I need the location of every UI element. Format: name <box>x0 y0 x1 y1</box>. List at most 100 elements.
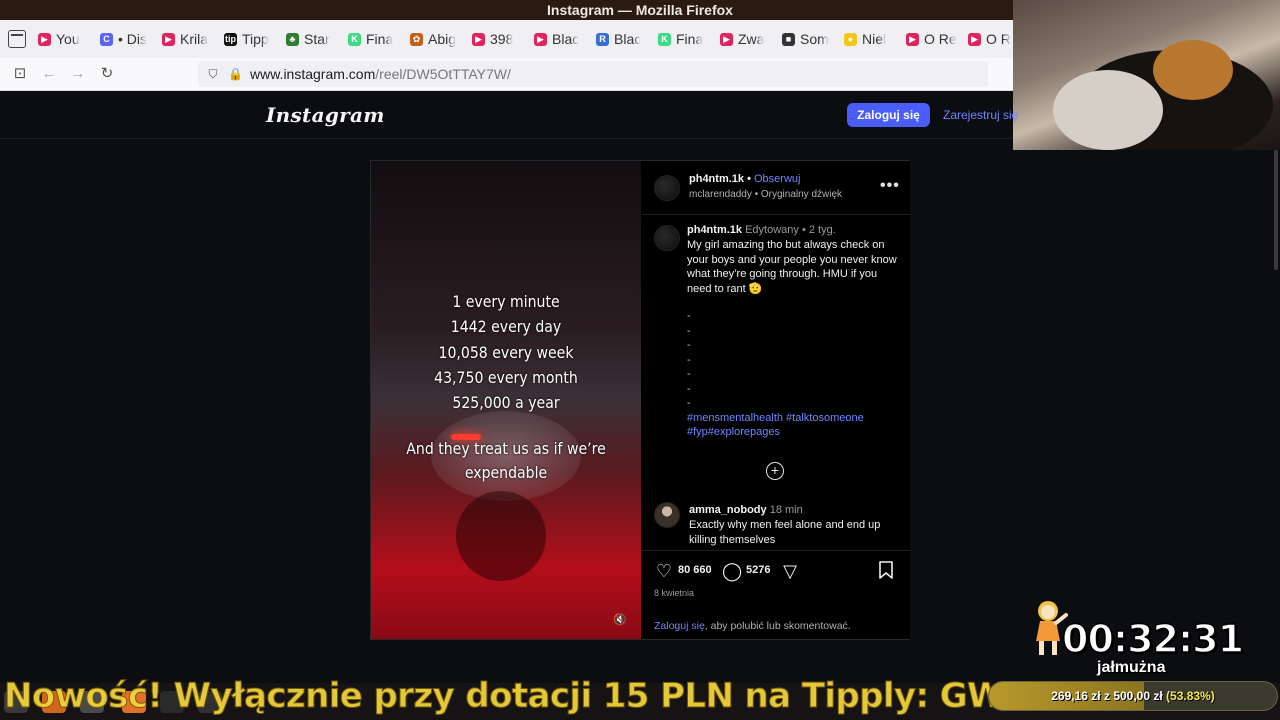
browser-tab[interactable]: C • Dis <box>100 31 162 47</box>
tab-title: Som <box>800 31 829 47</box>
comment-header: amma_nobody 18 min <box>689 504 803 516</box>
post-date: 8 kwietnia <box>654 588 695 598</box>
tab-title: You <box>56 31 80 47</box>
back-icon[interactable]: ← <box>41 66 57 82</box>
comment-icon[interactable]: ◯ <box>722 561 742 581</box>
tab-favicon-icon: C <box>100 32 113 46</box>
post-username-link[interactable]: ph4ntm.1k <box>689 173 744 185</box>
tab-favicon-icon: K <box>348 32 361 46</box>
avatar[interactable] <box>654 175 680 201</box>
instagram-logo[interactable]: Instagram <box>266 103 385 127</box>
more-options-icon[interactable]: ••• <box>880 177 900 195</box>
video-text-line: 10,058 every week <box>438 343 574 362</box>
goal-target: 500,00 zł <box>1113 689 1163 703</box>
video-text-line: 43,750 every month <box>434 368 578 387</box>
browser-tab[interactable]: ▶ You <box>38 31 100 47</box>
follow-link[interactable]: Obserwuj <box>754 173 800 185</box>
forward-icon[interactable]: → <box>70 66 86 82</box>
url-host: www.instagram.com <box>250 66 376 82</box>
comment-username[interactable]: amma_nobody <box>689 504 767 516</box>
browser-tab[interactable]: ▶ Blac <box>534 31 596 47</box>
caption-username[interactable]: ph4ntm.1k <box>687 224 742 236</box>
browser-tab[interactable]: ▶ 398 <box>472 31 534 47</box>
tab-title: 398 <box>490 31 514 47</box>
avatar[interactable] <box>654 225 680 251</box>
tab-favicon-icon: R <box>596 32 609 46</box>
caption-dash: - <box>687 354 691 366</box>
browser-tab[interactable]: ♣ Star <box>286 31 348 47</box>
video-text-line: 1442 every day <box>450 317 562 336</box>
caption-dash: - <box>687 397 691 409</box>
tab-favicon-icon: ♣ <box>286 32 299 46</box>
tab-title: Fina <box>676 31 704 47</box>
browser-tab[interactable]: ▶ Krila <box>162 31 224 47</box>
browser-tab[interactable]: tip Tipp <box>224 31 286 47</box>
tab-favicon-icon: ▶ <box>472 32 485 46</box>
tab-title: • Dis <box>118 31 148 47</box>
tab-favicon-icon: ▶ <box>162 32 175 46</box>
browser-tab[interactable]: ▶ Zwa <box>720 31 782 47</box>
login-prompt-link[interactable]: Zaloguj się <box>654 620 705 632</box>
tab-favicon-icon: K <box>658 32 671 46</box>
shield-icon[interactable]: ⛉ <box>206 67 220 81</box>
caption-dash: - <box>687 368 691 380</box>
tab-favicon-icon: ▶ <box>906 32 919 46</box>
reel-video[interactable]: 1 every minute 1442 every day 10,058 eve… <box>371 161 641 639</box>
url-bar[interactable]: ⛉ 🔒 www.instagram.com/reel/DW5OtTTAY7W/ <box>198 61 988 87</box>
login-button[interactable]: Zaloguj się <box>847 103 930 127</box>
caption-text: My girl amazing tho but always check on … <box>687 239 897 295</box>
browser-tab[interactable]: ▶ O R <box>968 31 1013 47</box>
tab-favicon-icon: tip <box>224 32 237 46</box>
browser-tab[interactable]: ✿ Abig <box>410 31 472 47</box>
browser-tab[interactable]: R Blac <box>596 31 658 47</box>
login-prompt: Zaloguj się, aby polubić lub skomentować… <box>654 620 851 632</box>
tab-favicon-icon: ▶ <box>38 32 51 46</box>
sidebar-icon[interactable]: ⊡ <box>12 66 28 82</box>
tabs: ▶ You C • Dis ▶ Krila tip Tipp ♣ Star K Fina ✿ Abig ▶ 3… <box>38 31 1013 47</box>
video-text-line: And they treat us as if we’re <box>406 439 606 458</box>
url-path: /reel/DW5OtTTAY7W/ <box>375 66 511 82</box>
timer-label: jałmużna <box>1097 659 1166 676</box>
browser-tab[interactable]: ● Niel <box>844 31 906 47</box>
caption-header: ph4ntm.1k Edytowany • 2 tyg. <box>687 224 836 236</box>
signup-link[interactable]: Zarejestruj się <box>943 103 1018 127</box>
browser-tab[interactable]: K Fina <box>658 31 720 47</box>
nav-bar: ⊡ ← → ↻ ⛉ 🔒 www.instagram.com/reel/DW5Ot… <box>0 58 1013 91</box>
page-scrollbar[interactable] <box>1274 150 1278 270</box>
share-icon[interactable]: ▽ <box>780 561 800 581</box>
browser-tab[interactable]: K Fina <box>348 31 410 47</box>
load-more-comments-icon[interactable]: + <box>766 462 784 480</box>
video-text-line: expendable <box>464 463 548 482</box>
post-header: ph4ntm.1k • Obserwuj mclarendaddy • Oryg… <box>642 161 910 215</box>
bookmark-icon[interactable] <box>876 561 896 581</box>
reel-card: 1 every minute 1442 every day 10,058 eve… <box>370 160 910 640</box>
video-shadow <box>456 491 546 581</box>
tab-favicon-icon: ✿ <box>410 32 423 46</box>
browser-tab[interactable]: ■ Som <box>782 31 844 47</box>
stream-timer: 00:32:31 jałmużna <box>1025 595 1265 685</box>
cat-shape <box>1153 40 1233 100</box>
caption-age: 2 tyg. <box>808 224 836 236</box>
tab-favicon-icon: ■ <box>782 32 795 46</box>
caption-dash: - <box>687 325 691 337</box>
tab-favicon-icon: ▶ <box>968 32 981 46</box>
donation-goal-text: 269,16 zł z 500,00 zł (53.83%) <box>989 682 1277 710</box>
tab-title: O R <box>986 31 1011 47</box>
audio-label[interactable]: mclarendaddy • Oryginalny dźwięk <box>689 189 842 200</box>
browser-tab[interactable]: ▶ O Re <box>906 31 968 47</box>
heart-icon[interactable]: ♡ <box>654 561 674 581</box>
avatar[interactable] <box>654 502 680 528</box>
caption-dash: - <box>687 310 691 322</box>
lock-icon[interactable]: 🔒 <box>228 67 243 81</box>
webcam-overlay <box>1013 0 1280 150</box>
post-panel: ph4ntm.1k • Obserwuj mclarendaddy • Oryg… <box>642 161 910 639</box>
mute-icon[interactable]: 🔇 <box>613 613 627 627</box>
tab-title: Blac <box>614 31 642 47</box>
hashtags[interactable]: #mensmentalhealth #talktosomeone #fyp#ex… <box>687 411 897 439</box>
tab-list-icon[interactable] <box>8 30 26 48</box>
reload-icon[interactable]: ↻ <box>99 66 115 82</box>
post-username: ph4ntm.1k • Obserwuj <box>689 173 801 185</box>
tab-title: Abig <box>428 31 457 47</box>
tab-favicon-icon: ▶ <box>720 32 733 46</box>
video-text-line: 525,000 a year <box>452 393 560 412</box>
